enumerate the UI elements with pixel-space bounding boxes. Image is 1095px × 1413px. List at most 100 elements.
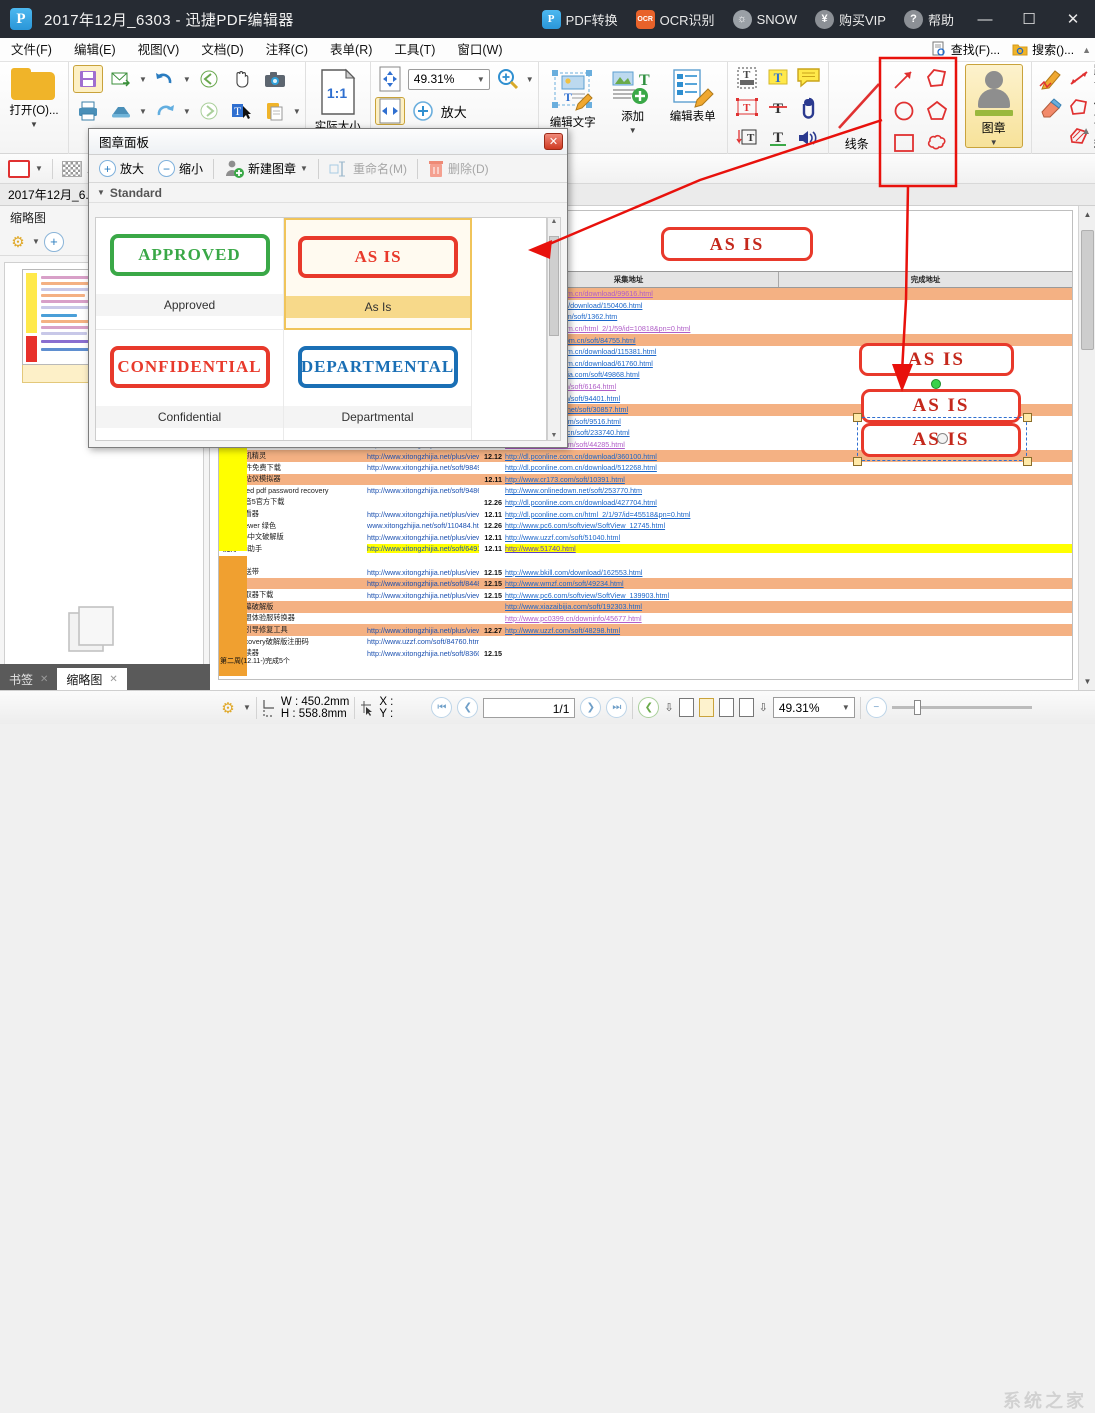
clipboard-icon[interactable] — [260, 97, 290, 125]
zoom-slider-handle[interactable] — [914, 700, 921, 715]
tab-thumbnails[interactable]: 缩略图 ✕ — [57, 668, 126, 690]
pentagon-shape-icon[interactable] — [922, 97, 952, 125]
text-flow-icon[interactable]: T — [732, 124, 762, 152]
single-page-view-button[interactable] — [679, 698, 694, 717]
menu-edit[interactable]: 编辑(E) — [63, 38, 127, 62]
minimize-button[interactable]: — — [963, 0, 1007, 38]
expand-collapse-icon[interactable]: ▼ — [97, 188, 105, 197]
scrollbar-thumb[interactable] — [1081, 230, 1094, 350]
scroll-down-icon[interactable]: ▼ — [548, 432, 560, 439]
print-icon[interactable] — [73, 97, 103, 125]
menu-view[interactable]: 视图(V) — [127, 38, 191, 62]
undo-icon[interactable] — [150, 65, 180, 93]
stamp-panel-dialog[interactable]: 图章面板 ✕ + 放大 − 缩小 新建图章 ▼ 重命名(M) — [88, 128, 568, 448]
cover-page-view-button[interactable] — [739, 698, 754, 717]
menu-comment[interactable]: 注释(C) — [255, 38, 319, 62]
stamp-resize-handle-br[interactable] — [1023, 457, 1032, 466]
strikethrough-icon[interactable]: T — [763, 94, 793, 122]
menu-window[interactable]: 窗口(W) — [446, 38, 513, 62]
next-view-icon[interactable] — [194, 97, 224, 125]
stamp-resize-handle-tl[interactable] — [853, 413, 862, 422]
opacity-swatch-icon[interactable] — [62, 161, 82, 177]
zoom-in-icon[interactable] — [408, 97, 438, 125]
stamp-cell-as-is[interactable]: AS ISAs Is — [284, 218, 472, 330]
continuous-page-view-button[interactable] — [699, 698, 714, 717]
rectangle-shape-icon[interactable] — [889, 129, 919, 157]
scroll-up-icon[interactable]: ▲ — [1079, 206, 1095, 223]
open-button[interactable]: 打开(O)... ▼ — [4, 64, 64, 150]
stamp-zoom-in-button[interactable]: + 放大 — [95, 159, 148, 178]
ribbon-scroll-up-icon[interactable]: ▲ — [1081, 126, 1091, 137]
scroll-up-icon[interactable]: ▲ — [548, 218, 560, 225]
gear-icon[interactable]: ⚙ — [218, 699, 238, 717]
pdf-convert-button[interactable]: P PDF转换 — [533, 0, 627, 38]
view-mode-dropdown-icon[interactable]: ⇩ — [759, 701, 768, 714]
document-vertical-scrollbar[interactable]: ▲ ▼ — [1078, 206, 1095, 690]
first-page-button[interactable]: ⏮ — [431, 697, 452, 718]
last-page-button[interactable]: ⏭ — [606, 697, 627, 718]
stamp-resize-handle-bl[interactable] — [853, 457, 862, 466]
new-stamp-button[interactable]: 新建图章 ▼ — [220, 158, 312, 180]
next-page-button[interactable]: ❯ — [580, 697, 601, 718]
ocr-button[interactable]: OCR OCR识别 — [627, 0, 724, 38]
close-icon[interactable]: ✕ — [40, 674, 48, 685]
gear-dropdown-icon[interactable]: ▼ — [243, 703, 251, 712]
gear-dropdown-icon[interactable]: ▼ — [32, 237, 40, 246]
hand-tool-icon[interactable] — [227, 65, 257, 93]
zoom-dropdown-icon[interactable]: ▼ — [526, 75, 534, 84]
chevron-down-icon[interactable]: ▼ — [990, 138, 998, 147]
border-color-swatch[interactable] — [8, 160, 30, 178]
zoom-level-select[interactable]: 49.31% ▼ — [408, 69, 490, 90]
close-icon[interactable]: ✕ — [109, 674, 117, 685]
buy-vip-button[interactable]: ¥ 购买VIP — [806, 0, 895, 38]
email-dropdown-icon[interactable]: ▼ — [139, 75, 147, 84]
rename-stamp-button[interactable]: 重命名(M) — [325, 159, 411, 178]
page-stamp-top[interactable]: AS IS — [661, 227, 813, 261]
text-field-icon[interactable]: T — [732, 94, 762, 122]
scanner-dropdown-icon[interactable]: ▼ — [139, 107, 147, 116]
border-color-dropdown-icon[interactable]: ▼ — [35, 164, 43, 173]
previous-page-button[interactable]: ❮ — [457, 697, 478, 718]
audio-icon[interactable] — [794, 124, 824, 152]
redo-icon[interactable] — [150, 97, 180, 125]
snapshot-camera-icon[interactable] — [260, 65, 290, 93]
chevron-down-icon[interactable]: ▼ — [629, 126, 637, 135]
circle-shape-icon[interactable] — [889, 97, 919, 125]
menu-document[interactable]: 文档(D) — [190, 38, 254, 62]
redo-dropdown-icon[interactable]: ▼ — [183, 107, 191, 116]
email-icon[interactable] — [106, 65, 136, 93]
page-stamp-2[interactable]: AS IS — [859, 343, 1014, 376]
text-box-icon[interactable]: T — [732, 64, 762, 92]
line-tool-button[interactable]: 线条 — [833, 72, 889, 158]
underline-icon[interactable]: T — [763, 124, 793, 152]
help-button[interactable]: ? 帮助 — [895, 0, 963, 38]
zoom-in-thumbnails-icon[interactable]: + — [44, 232, 64, 252]
snow-button[interactable]: ☼ SNOW — [724, 0, 806, 38]
zoom-out-button[interactable]: − — [866, 697, 887, 718]
stamp-move-handle[interactable] — [937, 433, 948, 444]
stamp-button[interactable]: 图章 ▼ — [965, 64, 1023, 148]
distance-button[interactable]: 距离 ▼ — [1068, 64, 1095, 91]
cloud-shape-icon[interactable] — [922, 129, 952, 157]
stamp-dialog-close-button[interactable]: ✕ — [544, 133, 563, 150]
attachment-icon[interactable] — [794, 94, 824, 122]
polygon-shape-icon[interactable] — [922, 65, 952, 93]
arrow-shape-icon[interactable] — [889, 65, 919, 93]
scanner-icon[interactable] — [106, 97, 136, 125]
stamp-category-header[interactable]: ▼ Standard — [89, 183, 567, 203]
pencil-icon[interactable] — [1036, 64, 1066, 92]
menu-file[interactable]: 文件(F) — [0, 38, 63, 62]
stamp-rotate-handle[interactable] — [931, 379, 941, 389]
eraser-icon[interactable] — [1036, 94, 1066, 122]
undo-dropdown-icon[interactable]: ▼ — [183, 75, 191, 84]
menu-tools[interactable]: 工具(T) — [383, 38, 446, 62]
collapse-ribbon-icon[interactable]: ▲ — [1082, 45, 1091, 55]
fit-width-icon[interactable] — [375, 97, 405, 125]
select-text-icon[interactable]: T — [227, 97, 257, 125]
scroll-down-icon[interactable]: ▼ — [1079, 673, 1095, 690]
document-tab-label[interactable]: 2017年12月_6... — [0, 186, 95, 203]
stamp-gallery-scrollbar[interactable]: ▲ ▼ — [547, 217, 561, 441]
delete-stamp-button[interactable]: 删除(D) — [424, 159, 493, 179]
stamp-resize-handle-tr[interactable] — [1023, 413, 1032, 422]
stamp-cell-approved[interactable]: APPROVEDApproved — [96, 218, 284, 330]
